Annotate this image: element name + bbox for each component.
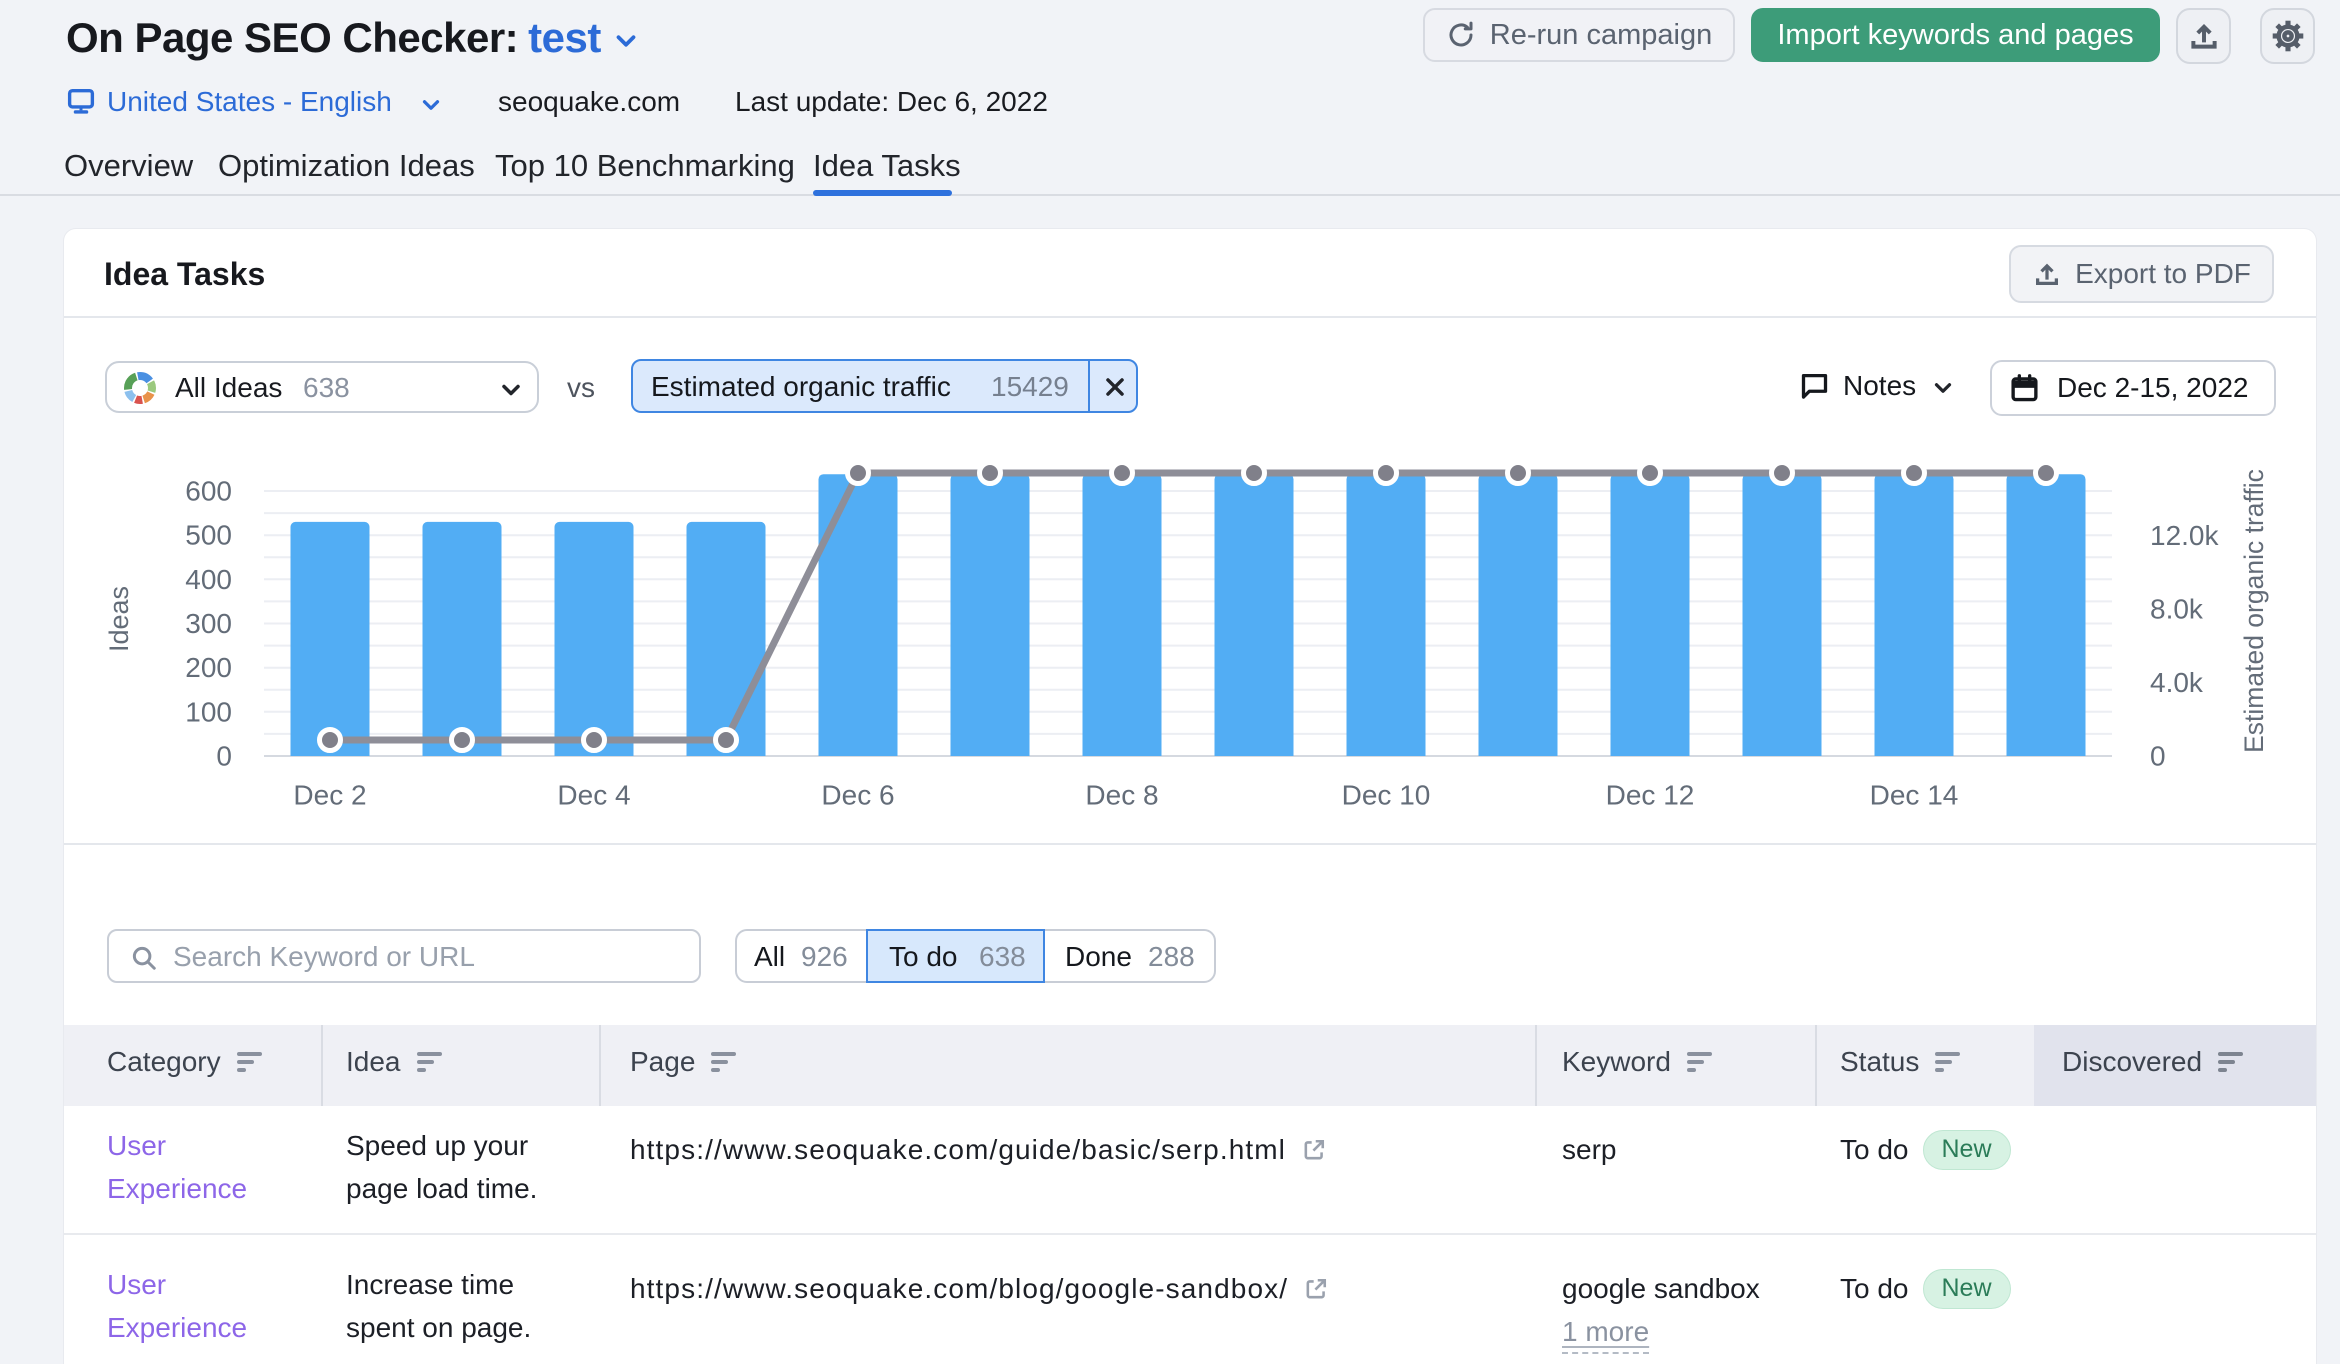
svg-text:8.0k: 8.0k: [2150, 594, 2204, 625]
svg-text:Dec 10: Dec 10: [1342, 780, 1431, 811]
svg-text:Dec 4: Dec 4: [557, 780, 630, 811]
svg-text:12.0k: 12.0k: [2150, 520, 2219, 551]
svg-text:0: 0: [216, 741, 232, 772]
svg-text:Dec 12: Dec 12: [1606, 780, 1695, 811]
svg-text:100: 100: [185, 696, 232, 727]
svg-text:Dec 2: Dec 2: [293, 780, 366, 811]
svg-text:400: 400: [185, 564, 232, 595]
svg-text:4.0k: 4.0k: [2150, 667, 2204, 698]
svg-text:Dec 6: Dec 6: [821, 780, 894, 811]
svg-text:Estimated organic traffic: Estimated organic traffic: [2239, 469, 2269, 753]
svg-text:200: 200: [185, 652, 232, 683]
svg-text:Ideas: Ideas: [104, 586, 134, 652]
svg-text:Dec 8: Dec 8: [1085, 780, 1158, 811]
svg-text:300: 300: [185, 608, 232, 639]
svg-text:Dec 14: Dec 14: [1870, 780, 1959, 811]
svg-text:600: 600: [185, 476, 232, 507]
svg-text:0: 0: [2150, 741, 2166, 772]
svg-text:500: 500: [185, 520, 232, 551]
